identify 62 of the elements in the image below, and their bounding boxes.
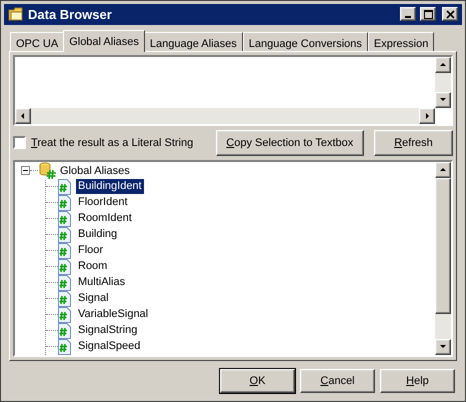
arrow-left-icon (19, 112, 27, 120)
tab[interactable]: OPC UA (10, 32, 64, 51)
tree-item[interactable]: Floor (76, 243, 106, 258)
tab[interactable]: Language Conversions (242, 32, 368, 51)
tree-root-label[interactable]: Global Aliases (60, 162, 130, 180)
document-hash-icon (58, 242, 71, 259)
tree-item[interactable]: Signal (76, 291, 111, 306)
document-hash-icon (58, 274, 71, 291)
document-hash-icon (58, 322, 71, 339)
close-icon (446, 10, 454, 19)
tab[interactable]: Language Aliases (144, 32, 243, 51)
tree-item[interactable]: BuildingIdent (76, 179, 144, 194)
tree-item[interactable]: MultiAlias (76, 275, 128, 290)
collapse-toggle[interactable] (21, 166, 30, 176)
document-hash-icon (58, 290, 71, 307)
scroll-arrow-button[interactable] (435, 56, 451, 73)
scroll-arrow-button[interactable] (435, 338, 451, 355)
scroll-arrow-button[interactable] (419, 108, 435, 124)
close-button[interactable] (442, 7, 458, 22)
copy-selection-button[interactable]: Copy Selection to Textbox (216, 130, 364, 156)
arrow-up-icon (439, 60, 447, 69)
window-title: Data Browser (28, 6, 113, 24)
document-hash-icon (58, 226, 71, 243)
vertical-scrollbar[interactable] (435, 56, 451, 108)
database-hash-icon (38, 162, 58, 180)
tree-item[interactable]: Room (76, 259, 110, 274)
folder-icon (8, 7, 24, 22)
document-hash-icon (58, 210, 71, 227)
tab[interactable]: Expression (368, 32, 434, 51)
help-button[interactable]: Help (380, 368, 455, 393)
vertical-scrollbar[interactable] (435, 162, 451, 355)
maximize-icon (424, 10, 432, 19)
arrow-down-icon (439, 342, 447, 351)
scroll-arrow-button[interactable] (435, 92, 451, 108)
arrow-up-icon (439, 166, 447, 174)
arrow-down-icon (439, 96, 447, 104)
arrow-right-icon (423, 112, 431, 120)
maximize-button[interactable] (420, 7, 436, 22)
horizontal-scrollbar[interactable] (15, 108, 435, 124)
expression-text-area[interactable] (13, 54, 453, 126)
document-hash-icon (58, 258, 71, 275)
refresh-button[interactable]: Refresh (374, 130, 453, 156)
tab[interactable]: Global Aliases (63, 30, 145, 52)
document-hash-icon (58, 306, 71, 323)
minimize-button[interactable] (400, 7, 416, 22)
tree-item[interactable]: FloorIdent (76, 195, 130, 210)
tree-item[interactable]: RoomIdent (76, 211, 134, 226)
tree-item[interactable]: Building (76, 227, 120, 242)
literal-string-checkbox[interactable]: Treat the result as a Literal String (13, 134, 204, 152)
tree-item[interactable]: SignalString (76, 323, 140, 338)
document-hash-icon (58, 338, 71, 355)
minimize-icon (405, 16, 411, 18)
ok-button[interactable]: OK (220, 368, 295, 393)
scroll-arrow-button[interactable] (15, 108, 31, 124)
tree-item[interactable]: VariableSignal (76, 307, 150, 322)
document-hash-icon (58, 194, 71, 211)
minus-icon (23, 168, 28, 174)
scrollbar-thumb[interactable] (435, 178, 451, 314)
cancel-button[interactable]: Cancel (300, 368, 375, 393)
document-hash-icon (58, 178, 71, 195)
scroll-arrow-button[interactable] (435, 162, 451, 178)
tree-item[interactable]: SignalSpeed (76, 339, 142, 354)
